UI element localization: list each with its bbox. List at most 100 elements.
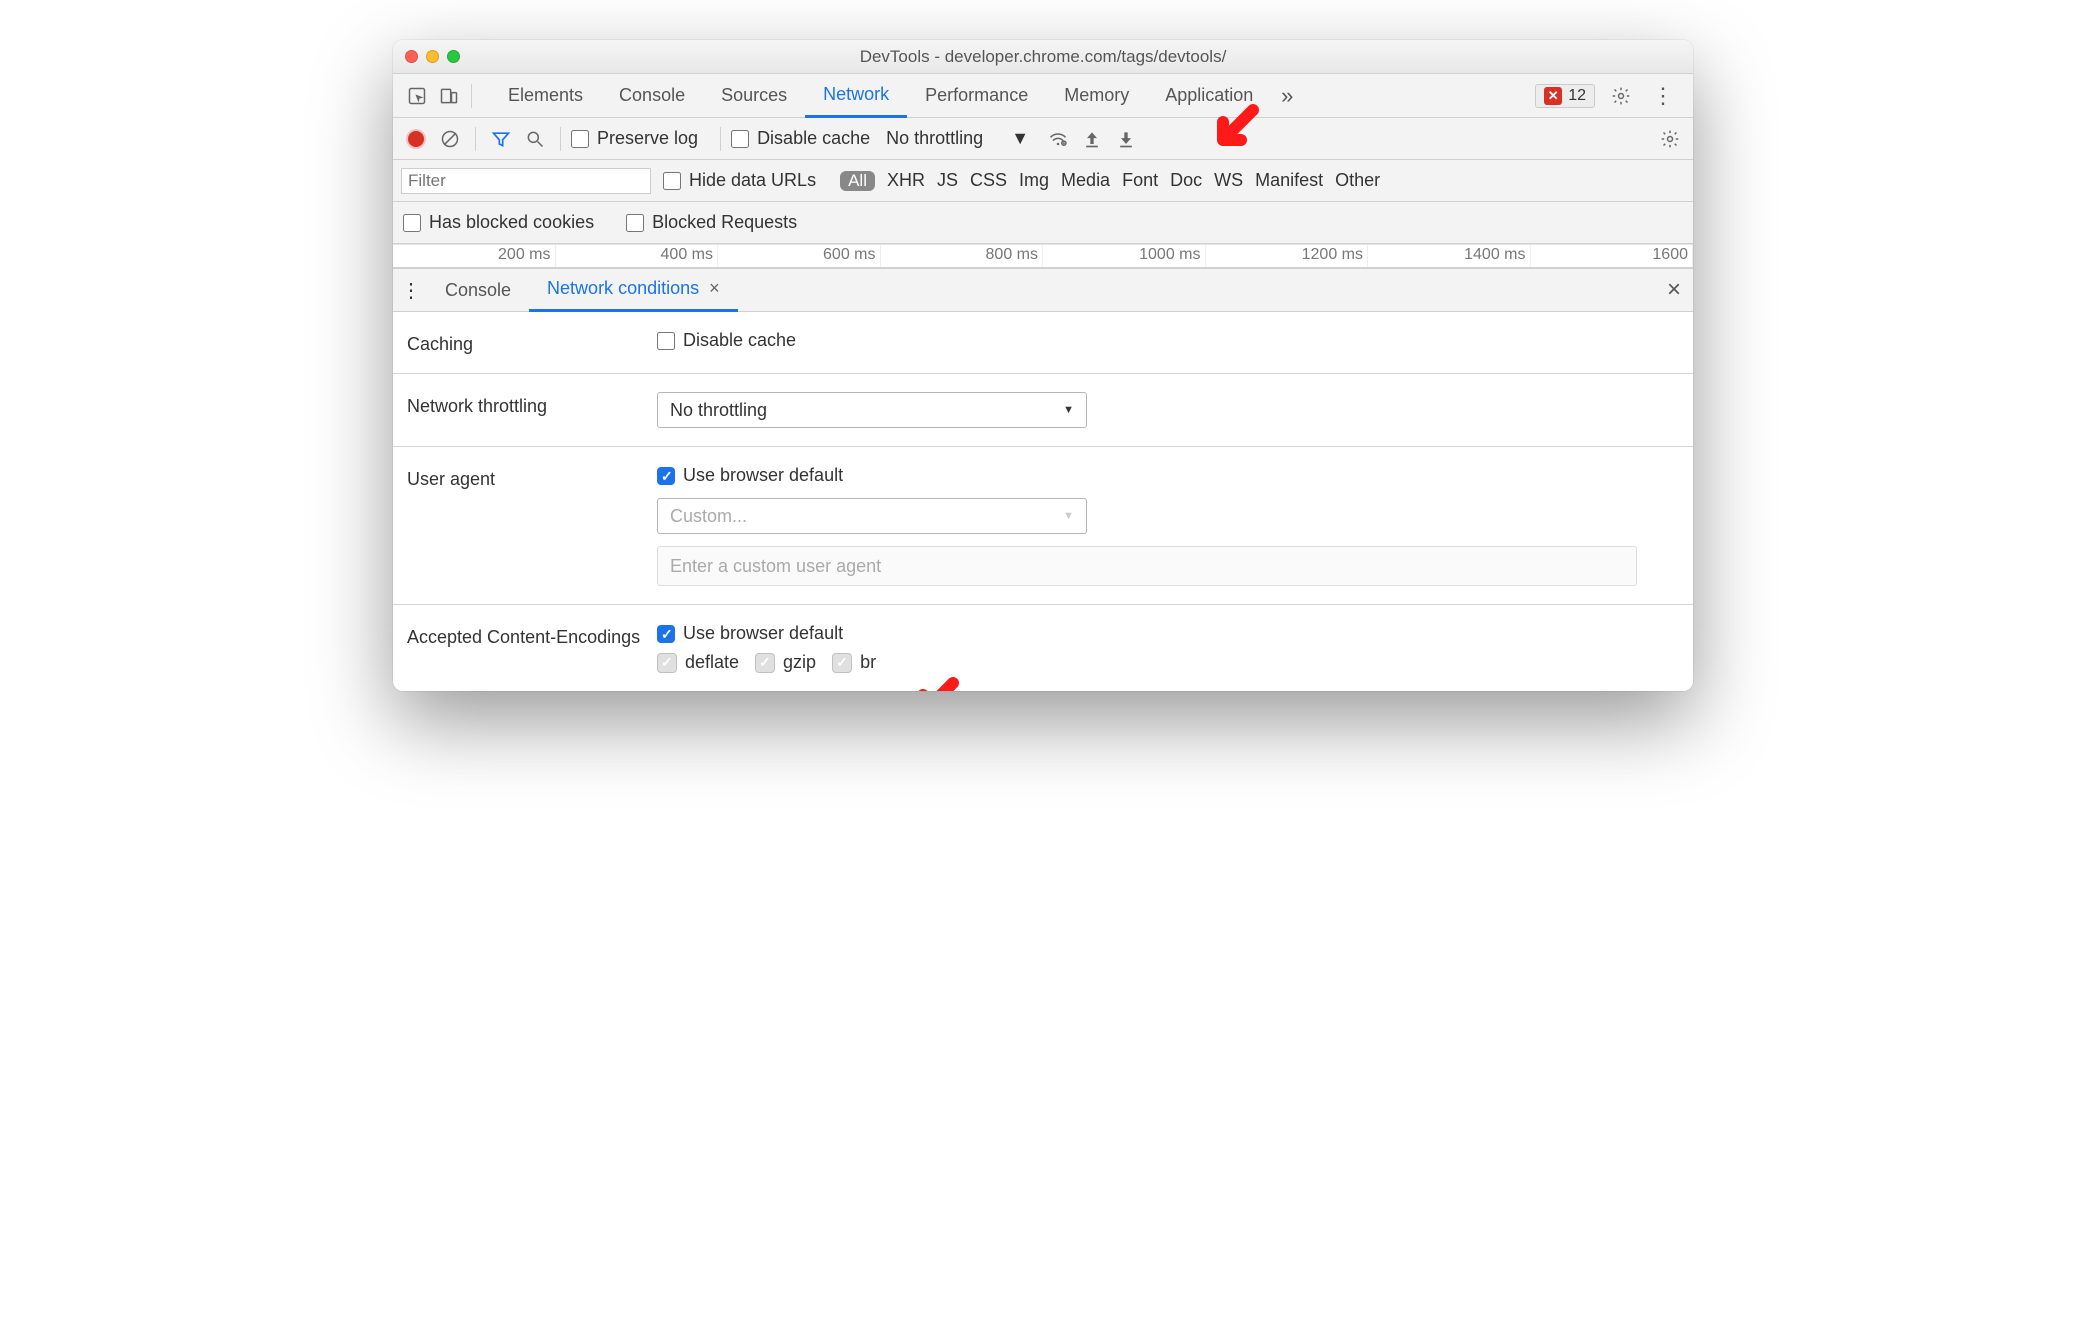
timeline-ruler[interactable]: 200 ms 400 ms 600 ms 800 ms 1000 ms 1200… [393,244,1693,268]
timeline-tick: 800 ms [881,245,1044,267]
ua-use-default-input[interactable] [657,467,675,485]
ua-use-default-checkbox[interactable]: Use browser default [657,465,1667,486]
tabs-overflow-icon[interactable]: » [1271,80,1303,112]
disable-cache-checkbox[interactable]: Disable cache [731,128,870,149]
tab-console[interactable]: Console [601,74,703,118]
timeline-tick: 400 ms [556,245,719,267]
filter-manifest[interactable]: Manifest [1255,170,1323,191]
hide-data-urls-checkbox[interactable]: Hide data URLs [663,170,816,191]
filter-css[interactable]: CSS [970,170,1007,191]
minimize-window-button[interactable] [426,50,439,63]
section-encodings: Accepted Content-Encodings Use browser d… [393,605,1693,691]
upload-har-icon[interactable] [1077,124,1107,154]
blocked-requests-checkbox[interactable]: Blocked Requests [626,212,797,233]
section-caching: Caching Disable cache [393,312,1693,374]
titlebar: DevTools - developer.chrome.com/tags/dev… [393,40,1693,74]
drawer-tab-console[interactable]: Console [427,268,529,312]
throttling-select-panel[interactable]: No throttling ▼ [657,392,1087,428]
error-count-badge[interactable]: ✕ 12 [1535,84,1595,108]
encoding-deflate-label: deflate [685,652,739,673]
main-tabbar: Elements Console Sources Network Perform… [393,74,1693,118]
has-blocked-cookies-input[interactable] [403,214,421,232]
filter-bar: Hide data URLs All XHR JS CSS Img Media … [393,160,1693,202]
ua-custom-placeholder: Custom... [670,506,747,527]
filter-icon[interactable] [486,124,516,154]
drawer-tab-network-conditions[interactable]: Network conditions × [529,268,738,312]
encoding-gzip-input [755,653,775,673]
record-button[interactable] [401,124,431,154]
zoom-window-button[interactable] [447,50,460,63]
drawer-close-icon[interactable]: × [1667,276,1681,304]
error-icon: ✕ [1544,87,1562,105]
filter-js[interactable]: JS [937,170,958,191]
drawer-menu-icon[interactable]: ⋮ [401,278,421,303]
encodings-options: deflate gzip br [657,652,1679,673]
enc-use-default-input[interactable] [657,625,675,643]
network-conditions-icon[interactable] [1043,124,1073,154]
filter-font[interactable]: Font [1122,170,1158,191]
tab-performance[interactable]: Performance [907,74,1046,118]
blocked-requests-input[interactable] [626,214,644,232]
panel-disable-cache-input[interactable] [657,332,675,350]
devtools-window: DevTools - developer.chrome.com/tags/dev… [393,40,1693,691]
network-settings-gear-icon[interactable] [1655,124,1685,154]
ua-custom-input [657,546,1637,586]
network-toolbar: Preserve log Disable cache No throttling… [393,118,1693,160]
encoding-gzip: gzip [755,652,816,673]
settings-gear-icon[interactable] [1605,80,1637,112]
download-har-icon[interactable] [1111,124,1141,154]
encoding-deflate-input [657,653,677,673]
tab-elements[interactable]: Elements [490,74,601,118]
timeline-tick: 1200 ms [1206,245,1369,267]
has-blocked-cookies-checkbox[interactable]: Has blocked cookies [403,212,594,233]
disable-cache-label: Disable cache [757,128,870,149]
throttling-label: Network throttling [407,392,657,417]
encoding-deflate: deflate [657,652,739,673]
clear-button[interactable] [435,124,465,154]
disable-cache-input[interactable] [731,130,749,148]
tab-application[interactable]: Application [1147,74,1271,118]
filter-doc[interactable]: Doc [1170,170,1202,191]
main-tabs: Elements Console Sources Network Perform… [490,74,1535,118]
section-throttling: Network throttling No throttling ▼ [393,374,1693,447]
enc-use-default-checkbox[interactable]: Use browser default [657,623,1667,644]
tab-sources[interactable]: Sources [703,74,805,118]
preserve-log-checkbox[interactable]: Preserve log [571,128,698,149]
throttling-value: No throttling [886,128,983,149]
close-tab-icon[interactable]: × [709,278,720,299]
filter-other[interactable]: Other [1335,170,1380,191]
close-window-button[interactable] [405,50,418,63]
inspect-element-icon[interactable] [401,80,433,112]
filter-media[interactable]: Media [1061,170,1110,191]
timeline-tick: 200 ms [393,245,556,267]
blocked-requests-label: Blocked Requests [652,212,797,233]
hide-data-urls-label: Hide data URLs [689,170,816,191]
filter-input[interactable] [401,168,651,194]
search-icon[interactable] [520,124,550,154]
encoding-br-label: br [860,652,876,673]
drawer-tab-label: Network conditions [547,278,699,299]
tab-network[interactable]: Network [805,74,907,118]
filter-xhr[interactable]: XHR [887,170,925,191]
filter-img[interactable]: Img [1019,170,1049,191]
toggle-device-toolbar-icon[interactable] [433,80,465,112]
filter-checkbar: Has blocked cookies Blocked Requests [393,202,1693,244]
hide-data-urls-input[interactable] [663,172,681,190]
panel-disable-cache-checkbox[interactable]: Disable cache [657,330,1667,351]
preserve-log-input[interactable] [571,130,589,148]
tab-memory[interactable]: Memory [1046,74,1147,118]
throttling-select[interactable]: No throttling ▼ [886,128,1029,149]
drawer-tabbar: ⋮ Console Network conditions × × [393,268,1693,312]
timeline-tick: 1000 ms [1043,245,1206,267]
encoding-gzip-label: gzip [783,652,816,673]
encoding-br: br [832,652,876,673]
window-title: DevTools - developer.chrome.com/tags/dev… [405,47,1681,67]
network-conditions-panel: Caching Disable cache Network throttling… [393,312,1693,691]
dropdown-triangle-icon: ▼ [1011,128,1029,149]
more-menu-icon[interactable]: ⋮ [1647,80,1679,112]
timeline-tick: 600 ms [718,245,881,267]
filter-chip-all[interactable]: All [840,171,875,191]
filter-ws[interactable]: WS [1214,170,1243,191]
enc-use-default-label: Use browser default [683,623,843,644]
window-controls [405,50,460,63]
